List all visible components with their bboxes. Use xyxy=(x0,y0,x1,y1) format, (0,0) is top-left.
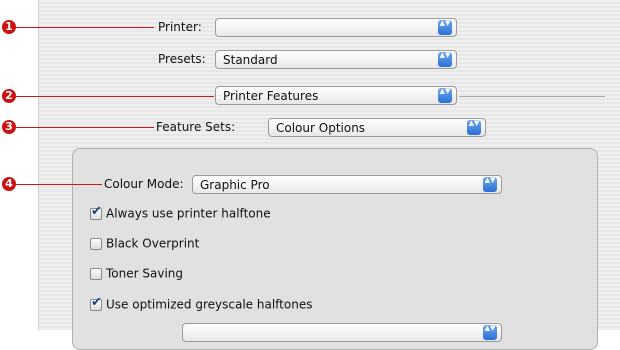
checkbox-black-overprint[interactable]: Black Overprint xyxy=(90,236,199,252)
checkbox-icon[interactable] xyxy=(90,237,102,250)
popup-arrows-icon: ▲▼ xyxy=(467,120,481,135)
separator-line xyxy=(459,96,605,97)
popup-arrows-icon: ▲▼ xyxy=(483,177,497,192)
checkbox-icon[interactable]: ✔ xyxy=(90,295,102,311)
checkmark-icon: ✔ xyxy=(91,294,102,310)
callout-line-1 xyxy=(14,27,154,28)
checkbox-label: Always use printer halftone xyxy=(106,206,271,221)
popup-arrows-icon: ▲▼ xyxy=(483,325,497,340)
checkbox-icon[interactable]: ✔ xyxy=(90,204,102,220)
colour-mode-popup[interactable]: Graphic Pro ▲▼ xyxy=(192,175,502,194)
popup-arrows-icon: ▲▼ xyxy=(438,88,452,103)
callout-marker-1: 1 xyxy=(2,20,16,34)
feature-sets-value: Colour Options xyxy=(276,121,366,135)
feature-sets-popup[interactable]: Colour Options ▲▼ xyxy=(268,118,486,137)
cut-off-popup[interactable]: ▲▼ xyxy=(182,323,502,342)
callout-line-2 xyxy=(14,96,214,97)
printer-label: Printer: xyxy=(158,20,202,34)
presets-popup[interactable]: Standard ▲▼ xyxy=(215,50,457,69)
callout-line-4 xyxy=(14,184,102,185)
checkbox-use-optimized-greyscale-halftones[interactable]: ✔ Use optimized greyscale halftones xyxy=(90,295,313,313)
colour-mode-value: Graphic Pro xyxy=(200,178,270,192)
callout-marker-3: 3 xyxy=(2,120,16,134)
checkbox-label: Toner Saving xyxy=(106,266,183,281)
presets-value: Standard xyxy=(223,53,278,67)
callout-line-3 xyxy=(14,127,154,128)
checkbox-toner-saving[interactable]: Toner Saving xyxy=(90,266,183,282)
callout-marker-4: 4 xyxy=(2,177,16,191)
colour-mode-label: Colour Mode: xyxy=(104,177,184,191)
checkbox-label: Use optimized greyscale halftones xyxy=(106,297,313,312)
callout-marker-2: 2 xyxy=(2,89,16,103)
popup-arrows-icon: ▲▼ xyxy=(438,52,452,67)
feature-sets-label: Feature Sets: xyxy=(156,120,236,134)
checkbox-always-use-printer-halftone[interactable]: ✔ Always use printer halftone xyxy=(90,204,271,222)
popup-arrows-icon: ▲▼ xyxy=(438,20,452,35)
printer-popup[interactable]: ▲▼ xyxy=(215,18,457,37)
checkmark-icon: ✔ xyxy=(91,203,102,219)
checkbox-label: Black Overprint xyxy=(106,236,200,251)
panel-popup[interactable]: Printer Features ▲▼ xyxy=(215,86,457,105)
panel-value: Printer Features xyxy=(223,89,319,103)
checkbox-icon[interactable] xyxy=(90,267,102,280)
presets-label: Presets: xyxy=(158,52,206,66)
